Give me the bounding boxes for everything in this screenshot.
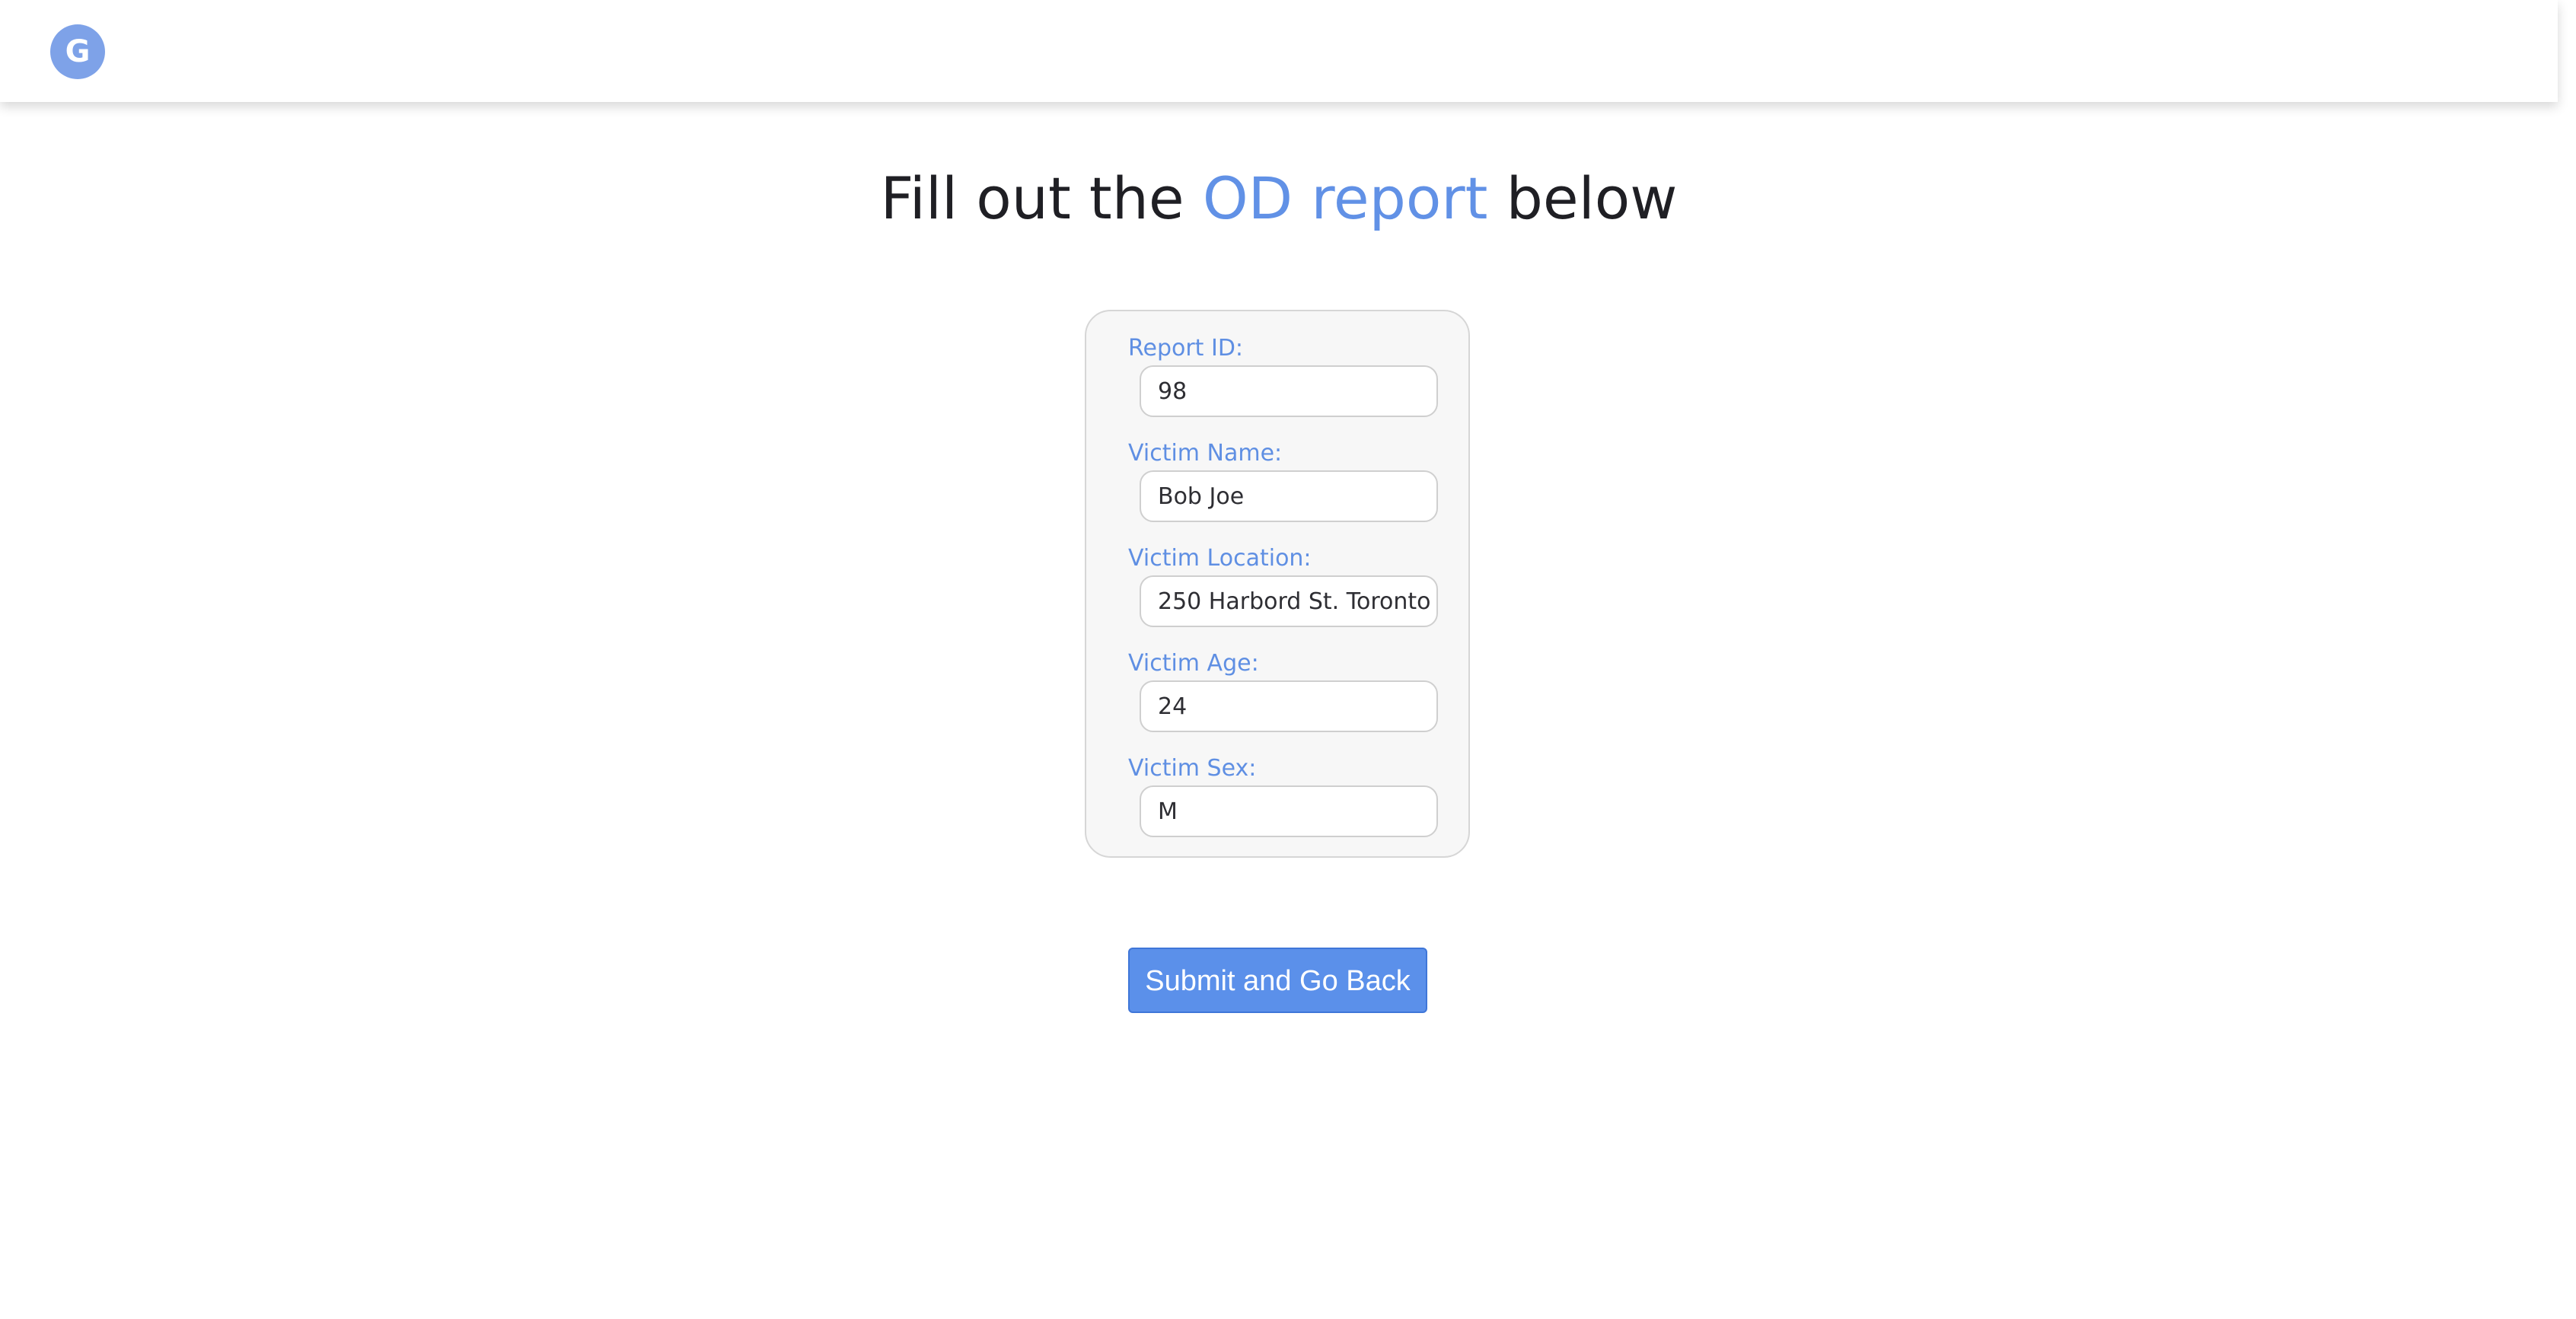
- report-id-field[interactable]: [1140, 365, 1438, 417]
- page-title-suffix: below: [1487, 164, 1678, 232]
- report-form: Report ID: Victim Name: Victim Location:…: [1085, 310, 1470, 858]
- submit-and-go-back-button[interactable]: Submit and Go Back: [1128, 948, 1427, 1013]
- victim-sex-field[interactable]: [1140, 785, 1438, 837]
- victim-location-field[interactable]: [1140, 575, 1438, 627]
- victim-sex-label: Victim Sex:: [1128, 755, 1257, 782]
- top-navbar: G: [0, 0, 2558, 102]
- victim-age-field[interactable]: [1140, 680, 1438, 732]
- logo-icon[interactable]: G: [50, 24, 105, 79]
- victim-name-field[interactable]: [1140, 470, 1438, 522]
- victim-location-label: Victim Location:: [1128, 545, 1312, 572]
- page-title-prefix: Fill out the: [880, 164, 1203, 232]
- page-title-accent: OD report: [1202, 164, 1488, 232]
- victim-age-label: Victim Age:: [1128, 650, 1259, 677]
- victim-name-label: Victim Name:: [1128, 440, 1283, 467]
- page-title: Fill out the OD report below: [0, 158, 2558, 239]
- report-id-label: Report ID:: [1128, 335, 1244, 362]
